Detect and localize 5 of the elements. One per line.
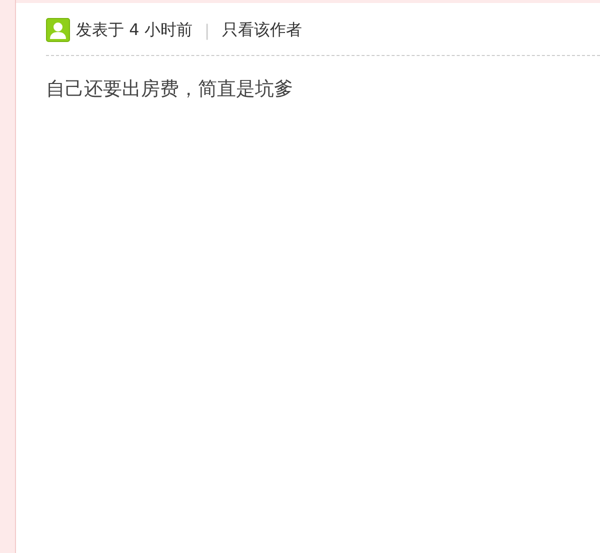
post-time: 发表于 4 小时前 bbox=[76, 20, 192, 40]
author-only-link[interactable]: 只看该作者 bbox=[222, 20, 302, 40]
separator: | bbox=[204, 20, 210, 40]
post-content: 自己还要出房费，简直是坑爹 bbox=[45, 77, 294, 102]
avatar-icon bbox=[46, 18, 70, 42]
